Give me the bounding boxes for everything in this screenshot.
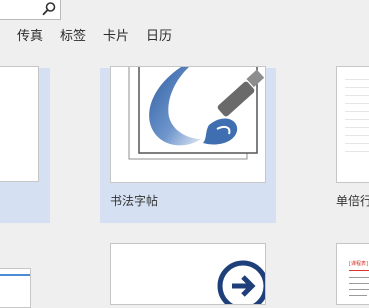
template-thumbnail: [110, 243, 266, 305]
template-search-input[interactable]: [0, 0, 61, 20]
template-tile-calligraphy[interactable]: 书法字帖: [100, 66, 276, 223]
template-tile-left-row2[interactable]: [0, 243, 50, 308]
arrow-right-circle-icon: [217, 260, 265, 304]
filter-fax[interactable]: 传真: [17, 28, 43, 46]
filter-cards[interactable]: 卡片: [103, 28, 129, 46]
template-tile-left[interactable]: [0, 66, 50, 223]
template-tile-arrow[interactable]: [100, 243, 276, 305]
template-label: 单倍行: [336, 194, 369, 208]
filter-calendar[interactable]: 日历: [146, 28, 172, 46]
template-thumbnail: [0, 268, 31, 308]
template-thumbnail: [0, 66, 39, 182]
search-icon[interactable]: [41, 1, 57, 17]
template-thumbnail: [336, 66, 369, 183]
template-thumbnail: [110, 66, 266, 183]
template-tile-schedule[interactable]: [课程表]: [326, 243, 369, 305]
template-label: 书法字帖: [110, 194, 159, 208]
filter-labels[interactable]: 标签: [60, 28, 86, 46]
calligraphy-brush-icon: [128, 67, 265, 160]
template-tile-single-spacing[interactable]: 单倍行: [326, 66, 369, 223]
template-thumbnail: [课程表]: [336, 243, 369, 305]
document-heading: [课程表]: [349, 261, 368, 267]
